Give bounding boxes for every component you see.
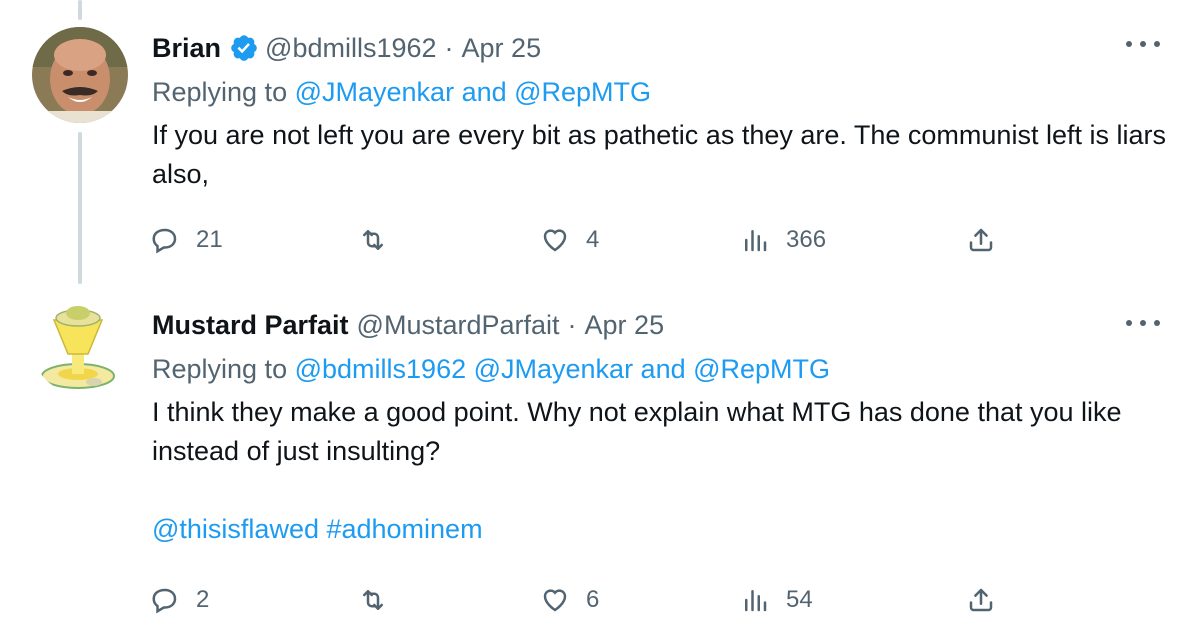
like-count: 6 bbox=[586, 586, 600, 613]
replying-to: Replying to @JMayenkar and @RepMTG bbox=[152, 74, 651, 110]
tweet-tags[interactable]: @thisisflawed #adhominem bbox=[152, 511, 483, 547]
separator-dot: · bbox=[444, 33, 454, 63]
like-icon bbox=[540, 585, 570, 615]
reply-count: 21 bbox=[196, 226, 223, 253]
more-icon[interactable] bbox=[1126, 317, 1160, 329]
tweet-actions: 21 4 366 bbox=[150, 220, 1030, 260]
separator-dot: · bbox=[567, 310, 577, 340]
tweet-text: If you are not left you are every bit as… bbox=[152, 120, 1166, 189]
views-count: 54 bbox=[786, 586, 813, 613]
retweet-icon bbox=[358, 225, 388, 255]
replying-to-links[interactable]: @bdmills1962 @JMayenkar and @RepMTG bbox=[295, 354, 830, 384]
replying-to-label: Replying to bbox=[152, 77, 288, 107]
tweet-actions: 2 6 54 bbox=[150, 580, 1030, 620]
share-icon bbox=[966, 225, 996, 255]
tweet-2[interactable]: Mustard Parfait @MustardParfait · Apr 25… bbox=[0, 285, 1198, 625]
like-button[interactable]: 4 bbox=[540, 220, 599, 260]
retweet-button[interactable] bbox=[358, 580, 404, 620]
tweet-text: I think they make a good point. Why not … bbox=[152, 397, 1122, 466]
views-count: 366 bbox=[786, 226, 827, 253]
tweet-date[interactable]: Apr 25 bbox=[585, 307, 665, 343]
share-icon bbox=[966, 585, 996, 615]
views-icon bbox=[740, 225, 770, 255]
verified-badge-icon[interactable] bbox=[229, 33, 259, 63]
views-icon bbox=[740, 585, 770, 615]
tweet-date[interactable]: Apr 25 bbox=[462, 30, 542, 66]
retweet-icon bbox=[358, 585, 388, 615]
like-count: 4 bbox=[586, 226, 600, 253]
author-handle[interactable]: @bdmills1962 bbox=[265, 30, 437, 66]
replying-to-links[interactable]: @JMayenkar and @RepMTG bbox=[295, 77, 651, 107]
reply-icon bbox=[150, 585, 180, 615]
replying-to-label: Replying to bbox=[152, 354, 288, 384]
share-button[interactable] bbox=[966, 220, 996, 260]
reply-icon bbox=[150, 225, 180, 255]
views-button[interactable]: 54 bbox=[740, 580, 813, 620]
tweet-header: Brian @bdmills1962 · Apr 25 bbox=[152, 30, 541, 66]
timeline: Brian @bdmills1962 · Apr 25 Replying to … bbox=[0, 0, 1198, 642]
author-name[interactable]: Brian bbox=[152, 30, 221, 66]
reply-count: 2 bbox=[196, 586, 210, 613]
like-button[interactable]: 6 bbox=[540, 580, 599, 620]
share-button[interactable] bbox=[966, 580, 996, 620]
tweet-header: Mustard Parfait @MustardParfait · Apr 25 bbox=[152, 307, 664, 343]
retweet-button[interactable] bbox=[358, 220, 404, 260]
avatar-mustard-parfait[interactable] bbox=[32, 298, 128, 394]
like-icon bbox=[540, 225, 570, 255]
more-icon[interactable] bbox=[1126, 38, 1160, 50]
tweet-1[interactable]: Brian @bdmills1962 · Apr 25 Replying to … bbox=[0, 0, 1198, 285]
reply-button[interactable]: 21 bbox=[150, 220, 223, 260]
views-button[interactable]: 366 bbox=[740, 220, 826, 260]
replying-to: Replying to @bdmills1962 @JMayenkar and … bbox=[152, 351, 830, 387]
author-handle[interactable]: @MustardParfait bbox=[357, 307, 560, 343]
author-name[interactable]: Mustard Parfait bbox=[152, 307, 349, 343]
reply-button[interactable]: 2 bbox=[150, 580, 209, 620]
avatar-brian[interactable] bbox=[32, 27, 128, 123]
